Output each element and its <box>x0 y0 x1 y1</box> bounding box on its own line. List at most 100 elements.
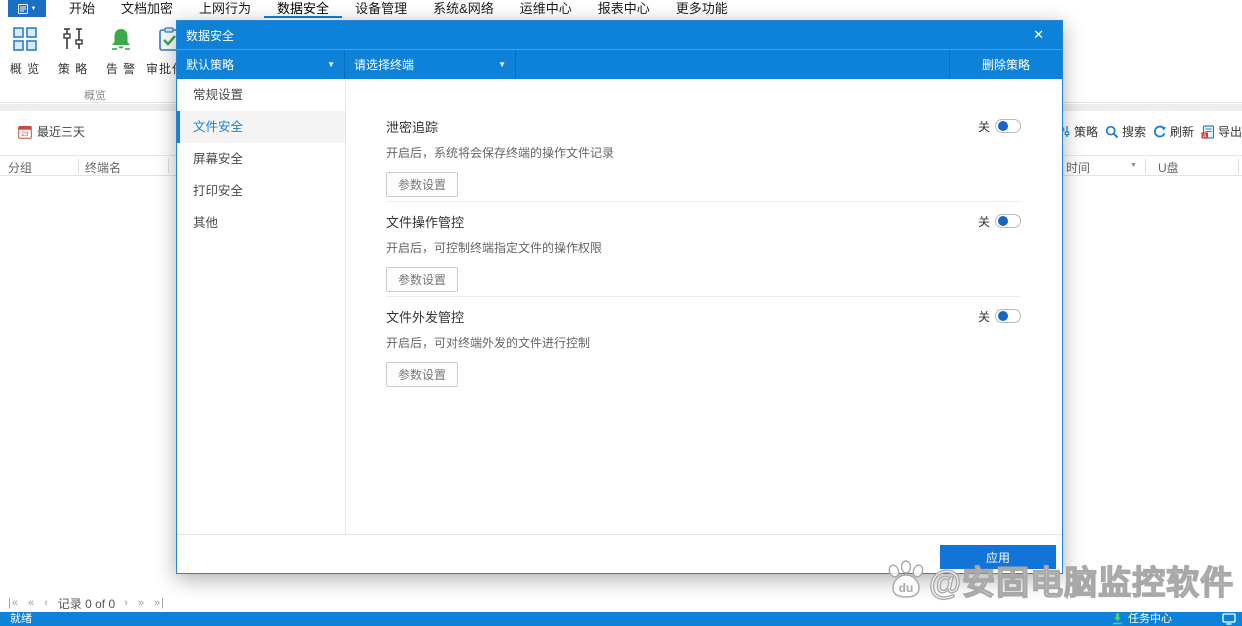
policy-action-label: 策略 <box>1074 125 1099 139</box>
column-header-group[interactable]: 分组 <box>8 159 32 176</box>
file-operation-toggle[interactable] <box>995 214 1021 228</box>
apply-button[interactable]: 应用 <box>940 545 1056 569</box>
dialog-footer: 应用 <box>177 534 1062 573</box>
svg-text:du: du <box>899 581 914 595</box>
section-title: 文件外发管控 <box>386 309 465 325</box>
search-action-label: 搜索 <box>1122 125 1147 139</box>
prev-page-button[interactable]: ‹ <box>44 597 49 609</box>
filter-caret-icon[interactable]: ▼ <box>1130 162 1137 169</box>
menu-item-doc-encrypt[interactable]: 文档加密 <box>108 0 186 18</box>
sidebar-item-print-security[interactable]: 打印安全 <box>177 175 345 207</box>
last-page-button[interactable]: »| <box>154 597 165 609</box>
menu-item-system-network[interactable]: 系统&网络 <box>420 0 507 18</box>
search-icon <box>1105 125 1119 139</box>
policy-action-button[interactable]: 策略 <box>1058 123 1098 140</box>
svg-text:23: 23 <box>21 131 29 138</box>
status-ready-label: 就绪 <box>10 613 32 625</box>
column-header-time[interactable]: 时间 <box>1066 159 1090 176</box>
sidebar-item-general-settings[interactable]: 常规设置 <box>177 79 345 111</box>
calendar-icon: 23 <box>18 125 32 139</box>
task-center-button[interactable]: 任务中心 <box>1128 612 1172 626</box>
param-settings-button[interactable]: 参数设置 <box>386 172 459 197</box>
menu-item-data-security[interactable]: 数据安全 <box>264 0 343 18</box>
ribbon-label-overview: 概 览 <box>9 62 41 76</box>
toggle-knob <box>998 121 1008 131</box>
sliders-icon <box>60 26 86 52</box>
app-window: ▼ 开始 文档加密 上网行为 数据安全 设备管理 系统&网络 运维中心 报表中心… <box>0 0 1242 626</box>
app-window-icon <box>17 3 28 14</box>
column-header-terminal-name[interactable]: 终端名 <box>85 159 121 176</box>
refresh-action-button[interactable]: 刷新 <box>1153 123 1194 140</box>
dialog-title: 数据安全 <box>186 28 235 43</box>
dialog-title-bar: 数据安全 ✕ <box>177 21 1062 49</box>
ribbon-group-label: 概览 <box>84 90 106 102</box>
chevron-down-icon: ▼ <box>327 60 335 69</box>
delete-policy-button[interactable]: 删除策略 <box>949 50 1062 79</box>
terminal-select-dropdown[interactable]: 请选择终端 ▼ <box>345 50 516 79</box>
toggle-state-label: 关 <box>977 119 990 134</box>
dialog-body: 常规设置 文件安全 屏幕安全 打印安全 其他 泄密追踪 关 开启后，系统将会保存… <box>177 79 1062 534</box>
monitor-icon[interactable] <box>1222 613 1236 625</box>
section-description: 开启后，可对终端外发的文件进行控制 <box>386 336 591 350</box>
grid-icon <box>12 26 38 52</box>
section-divider <box>386 296 1021 297</box>
section-divider <box>386 201 1021 202</box>
date-range-filter[interactable]: 23 最近三天 <box>18 123 85 140</box>
next-page-button[interactable]: › <box>124 597 129 609</box>
column-header-usb[interactable]: U盘 <box>1158 159 1179 176</box>
first-page-button[interactable]: |« <box>8 597 19 609</box>
export-action-label: 导出 <box>1218 125 1242 139</box>
column-divider[interactable] <box>1238 158 1239 173</box>
fast-prev-page-button[interactable]: « <box>28 597 35 609</box>
section-title: 泄密追踪 <box>386 119 439 135</box>
chevron-down-icon: ▼ <box>498 60 506 69</box>
data-security-dialog: 数据安全 ✕ 默认策略 ▼ 请选择终端 ▼ 删除策略 常规设置 文件安全 屏幕安… <box>176 20 1063 574</box>
ribbon-item-policy[interactable]: 策 略 <box>50 23 96 77</box>
column-divider[interactable] <box>168 158 169 173</box>
dialog-sidebar: 常规设置 文件安全 屏幕安全 打印安全 其他 <box>177 79 346 534</box>
status-bar: 就绪 任务中心 <box>0 612 1242 626</box>
file-outgoing-toggle[interactable] <box>995 309 1021 323</box>
app-menu-button[interactable]: ▼ <box>8 0 46 17</box>
menu-item-more-features[interactable]: 更多功能 <box>663 0 741 18</box>
svg-text:A: A <box>1203 133 1207 139</box>
pagination-bar: |« « ‹ 记录 0 of 0 › » »| <box>0 594 1242 612</box>
sidebar-item-file-security[interactable]: 文件安全 <box>177 111 345 143</box>
export-icon: A <box>1201 124 1215 139</box>
close-icon[interactable]: ✕ <box>1024 21 1053 49</box>
export-action-button[interactable]: A 导出 <box>1201 123 1242 140</box>
refresh-action-label: 刷新 <box>1170 125 1195 139</box>
param-settings-button[interactable]: 参数设置 <box>386 362 459 387</box>
menu-item-start[interactable]: 开始 <box>56 0 108 18</box>
menu-item-report-center[interactable]: 报表中心 <box>585 0 663 18</box>
section-description: 开启后，系统将会保存终端的操作文件记录 <box>386 146 615 160</box>
fast-next-page-button[interactable]: » <box>138 597 145 609</box>
sidebar-item-other[interactable]: 其他 <box>177 207 345 239</box>
download-arrow-icon[interactable] <box>1112 613 1123 625</box>
leak-tracking-toggle[interactable] <box>995 119 1021 133</box>
column-divider[interactable] <box>78 158 79 173</box>
column-divider[interactable] <box>1145 158 1146 173</box>
menu-item-web-behavior[interactable]: 上网行为 <box>186 0 264 18</box>
record-count-label: 记录 0 of 0 <box>57 596 116 611</box>
chevron-down-icon: ▼ <box>30 5 37 12</box>
leak-tracking-section: 泄密追踪 关 开启后，系统将会保存终端的操作文件记录 参数设置 <box>386 118 1021 202</box>
menu-item-device-mgmt[interactable]: 设备管理 <box>342 0 420 18</box>
file-operation-control-section: 文件操作管控 关 开启后，可控制终端指定文件的操作权限 参数设置 <box>386 213 1021 297</box>
toggle-knob <box>998 216 1008 226</box>
search-action-button[interactable]: 搜索 <box>1105 123 1146 140</box>
main-menu: 开始 文档加密 上网行为 数据安全 设备管理 系统&网络 运维中心 报表中心 更… <box>56 0 741 18</box>
param-settings-button[interactable]: 参数设置 <box>386 267 459 292</box>
menu-item-ops-center[interactable]: 运维中心 <box>507 0 585 18</box>
sidebar-item-screen-security[interactable]: 屏幕安全 <box>177 143 345 175</box>
toggle-state-label: 关 <box>977 309 990 324</box>
ribbon-label-policy: 策 略 <box>57 62 89 76</box>
toggle-state-label: 关 <box>977 214 990 229</box>
policy-select-dropdown[interactable]: 默认策略 ▼ <box>177 50 345 79</box>
ribbon-item-overview[interactable]: 概 览 <box>2 23 48 77</box>
toggle-knob <box>998 311 1008 321</box>
section-description: 开启后，可控制终端指定文件的操作权限 <box>386 241 603 255</box>
section-title: 文件操作管控 <box>386 214 465 230</box>
ribbon-item-alert[interactable]: 告 警 <box>98 23 144 77</box>
